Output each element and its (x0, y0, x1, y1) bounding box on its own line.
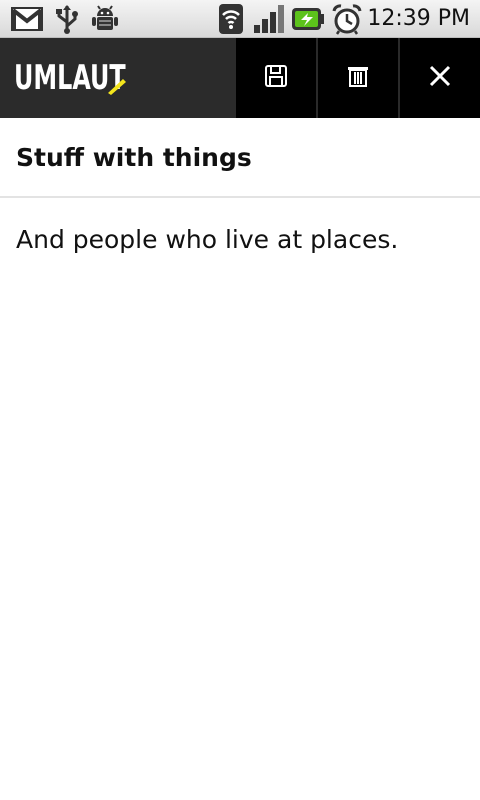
save-icon (264, 64, 288, 92)
status-time: 12:39 PM (367, 6, 470, 31)
pencil-icon (106, 76, 128, 100)
note-title-field[interactable]: Stuff with things (0, 118, 480, 198)
delete-button[interactable] (318, 38, 398, 118)
gmail-icon (10, 3, 44, 35)
usb-icon (52, 3, 82, 35)
close-button[interactable] (400, 38, 480, 118)
status-bar: 12:39 PM (0, 0, 480, 38)
alarm-icon (330, 3, 364, 35)
signal-icon (252, 3, 286, 35)
close-icon (429, 65, 451, 91)
battery-charging-icon (290, 3, 326, 35)
app-brand: UMLAUT (0, 38, 236, 118)
android-debug-icon (88, 3, 122, 35)
note-body-field[interactable]: And people who live at places. (16, 220, 466, 260)
wifi-icon (216, 3, 246, 35)
save-button[interactable] (236, 38, 316, 118)
trash-icon (346, 64, 370, 92)
action-bar: UMLAUT (0, 38, 480, 118)
